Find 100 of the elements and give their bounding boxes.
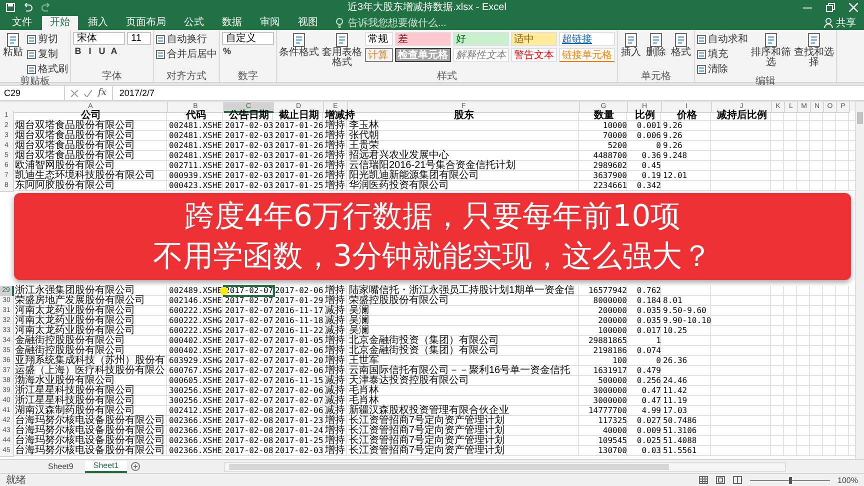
table-cell: 4.99: [642, 406, 661, 415]
group-label: 数字: [237, 71, 259, 82]
ribbon-button[interactable]: 自动求和: [697, 32, 748, 46]
table-cell: 002366.XSHE: [169, 416, 222, 425]
ribbon-tab[interactable]: 视图: [290, 16, 326, 30]
table-cell: 浙江星星科技股份有限公司: [15, 395, 135, 406]
ribbon-tab[interactable]: 数据: [214, 16, 250, 30]
table-cell: 2017-01-05: [275, 336, 324, 345]
table-cell: 增持: [325, 285, 345, 296]
table-cell: 增持: [325, 150, 345, 161]
table-cell: 2234661: [593, 181, 627, 190]
ribbon-button[interactable]: 清除: [697, 62, 748, 76]
cell-style-swatch[interactable]: 好: [453, 32, 509, 46]
table-cell: 14777700: [588, 406, 627, 415]
lightbulb-icon: [336, 18, 343, 28]
table-cell: 002711.XSHE: [169, 161, 222, 170]
ribbon-tab[interactable]: 公式: [176, 16, 212, 30]
share-button[interactable]: 共享: [824, 16, 856, 30]
ribbon-tab[interactable]: 开始: [42, 16, 78, 30]
group-label: 字体: [101, 71, 123, 82]
table-cell: 10.25: [663, 326, 688, 335]
ribbon-tab[interactable]: 插入: [80, 16, 116, 30]
undo-icon[interactable]: [23, 2, 33, 12]
redo-icon[interactable]: [41, 2, 51, 12]
table-cell: 金融街控股股份有限公司: [15, 345, 125, 356]
insert-function-button[interactable]: fx: [98, 88, 106, 98]
cell-style-swatch[interactable]: 警告文本: [511, 48, 557, 62]
ribbon-button[interactable]: 格式刷: [27, 62, 68, 76]
formula-field[interactable]: 2017/2/7: [112, 86, 864, 100]
search-field[interactable]: 告诉我您想要做什么...: [336, 16, 500, 30]
ribbon-button[interactable]: 条件格式: [279, 32, 319, 58]
page-break-icon[interactable]: [732, 476, 742, 484]
horizontal-scrollbar[interactable]: [224, 462, 786, 472]
close-icon[interactable]: [849, 2, 858, 12]
cell-style-swatch[interactable]: 超链接: [559, 32, 615, 46]
table-cell: 2017-02-08: [225, 436, 274, 445]
table-cell: 2017-02-03: [225, 181, 274, 190]
ribbon-button[interactable]: 合并后居中: [156, 47, 217, 61]
column-title: 减持后比例: [717, 110, 767, 121]
ribbon-button[interactable]: 套用表格格式: [322, 32, 362, 68]
ribbon-tab[interactable]: 页面布局: [118, 16, 174, 30]
sheet-tab[interactable]: Sheet1: [85, 460, 127, 472]
check-icon[interactable]: [84, 90, 92, 96]
ribbon-dropdown[interactable]: 宋体: [73, 32, 125, 44]
table-cell: 增持: [325, 120, 345, 131]
ribbon-button[interactable]: 自动换行: [156, 32, 217, 46]
cell-style-swatch[interactable]: 解释性文本: [453, 48, 509, 62]
format-button[interactable]: I: [85, 46, 95, 56]
ribbon-button[interactable]: 复制: [27, 47, 68, 61]
add-sheet-icon[interactable]: [130, 462, 140, 471]
ribbon-dropdown[interactable]: 11: [127, 32, 151, 44]
table-cell: 2017-01-25: [275, 181, 324, 190]
column-title: 数量: [594, 110, 614, 121]
table-cell: 3000000: [593, 396, 627, 405]
ribbon-dropdown[interactable]: 自定义: [222, 32, 274, 44]
table-cell: 减持: [325, 375, 345, 386]
zoom-slider-thumb[interactable]: [788, 476, 792, 484]
cell-style-swatch[interactable]: 适中: [511, 32, 557, 46]
cell-style-swatch[interactable]: 常规: [365, 32, 393, 46]
cell-style-swatch[interactable]: 差: [395, 32, 451, 46]
table-cell: 减持: [325, 305, 345, 316]
table-cell: 亚翔系统集成科技（苏州）股份有: [15, 355, 165, 366]
vertical-scrollbar[interactable]: [855, 102, 864, 459]
ribbon-button[interactable]: 删除: [645, 32, 667, 58]
ribbon-button[interactable]: 插入: [620, 32, 642, 58]
ribbon-button[interactable]: 格式: [670, 32, 692, 58]
format-button[interactable]: U: [97, 46, 107, 56]
format-button[interactable]: %: [222, 46, 232, 56]
ribbon-button[interactable]: 排序和筛选: [751, 32, 791, 68]
table-cell: 2017-02-08: [225, 406, 274, 415]
table-cell: 2198186: [593, 346, 627, 355]
restore-icon[interactable]: [826, 2, 835, 12]
table-cell: 2017-02-07: [225, 296, 274, 305]
sheet-tab[interactable]: Sheet9: [40, 460, 82, 472]
ribbon-tab[interactable]: 审阅: [252, 16, 288, 30]
normal-view-icon[interactable]: [698, 476, 708, 484]
table-cell: 51.5561: [663, 446, 697, 455]
table-cell: 2017-02-07: [225, 336, 274, 345]
table-cell: 5200: [608, 141, 627, 150]
table-cell: 毛肖林: [349, 385, 379, 396]
table-cell: 0.074: [636, 346, 661, 355]
ribbon-button[interactable]: 粘贴: [2, 32, 24, 58]
cancel-icon[interactable]: [71, 90, 78, 96]
format-button[interactable]: A: [109, 46, 119, 56]
table-cell: 减持: [325, 325, 345, 336]
table-cell: 40000: [602, 426, 627, 435]
ribbon-tab[interactable]: 文件: [4, 16, 40, 30]
table-cell: 9.90-10.10: [663, 316, 712, 325]
name-box[interactable]: C29: [0, 86, 65, 100]
save-icon[interactable]: [6, 2, 15, 12]
table-cell: 东阿阿胶股份有限公司: [15, 180, 115, 191]
table-cell: 000605.XSHE: [169, 376, 222, 385]
page-layout-icon[interactable]: [716, 476, 725, 484]
format-button[interactable]: B: [73, 46, 83, 56]
table-cell: 2017-01-25: [275, 436, 324, 445]
ribbon-button[interactable]: 查找和选择: [794, 32, 834, 68]
table-cell: 002146.XSHE: [169, 296, 222, 305]
ribbon-button[interactable]: 剪切: [27, 32, 68, 46]
ribbon-button[interactable]: 填充: [697, 47, 748, 61]
table-cell: 阳光凯迪新能源集团有限公司: [349, 170, 479, 181]
